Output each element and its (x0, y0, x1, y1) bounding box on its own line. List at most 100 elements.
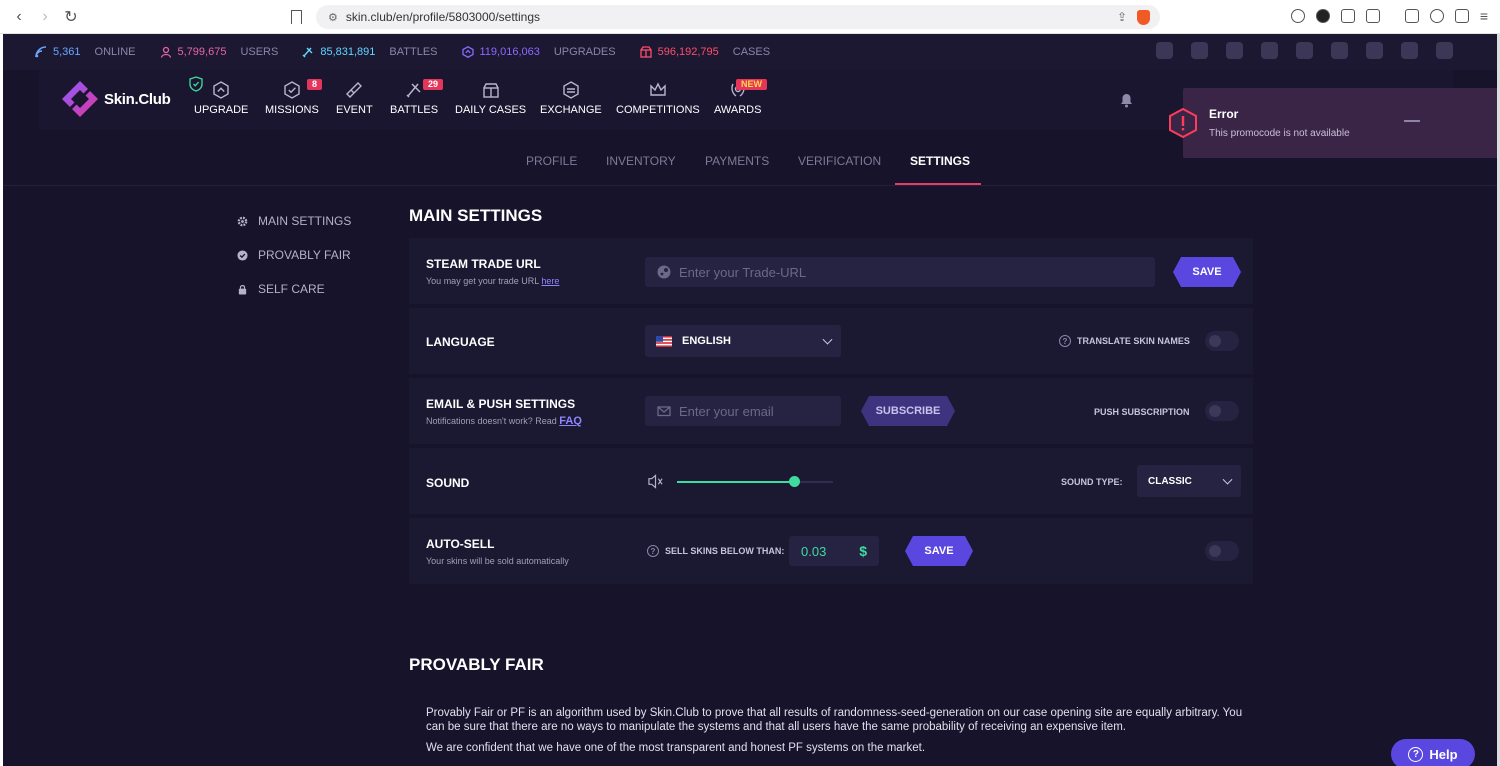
auto-sell-hint: Your skins will be sold automatically (426, 556, 569, 566)
tab-settings[interactable]: SETTINGS (910, 154, 970, 168)
trade-url-input[interactable]: Enter your Trade-URL (645, 257, 1155, 287)
x-icon[interactable] (1366, 42, 1383, 59)
tiktok-icon[interactable] (1296, 42, 1313, 59)
telegram-icon[interactable] (1261, 42, 1278, 59)
tab-profile[interactable]: PROFILE (526, 154, 577, 168)
url-text: skin.club/en/profile/5803000/settings (345, 10, 541, 24)
vpn-icon[interactable] (1454, 9, 1469, 23)
reader-icon[interactable] (1365, 9, 1380, 23)
missions-badge: 8 (307, 79, 323, 90)
back-icon[interactable]: ‹ (8, 6, 30, 28)
reload-icon[interactable]: ↻ (60, 6, 82, 28)
nav-exchange[interactable]: EXCHANGE (540, 80, 602, 116)
side-item-provably-fair[interactable]: PROVABLY FAIR (237, 238, 351, 272)
pf-paragraph: We are confident that we have one of the… (426, 742, 926, 754)
trade-url-link[interactable]: here (541, 276, 559, 286)
trade-url-row: STEAM TRADE URL You may get your trade U… (409, 238, 1253, 304)
sound-type-select[interactable]: CLASSIC (1137, 465, 1241, 497)
nav-event[interactable]: EVENT (336, 80, 373, 116)
side-item-label: SELF CARE (258, 282, 325, 296)
profile-tabs: PROFILE INVENTORY PAYMENTS VERIFICATION … (3, 144, 1497, 186)
youtube-icon[interactable] (1226, 42, 1243, 59)
auto-sell-amount-input[interactable]: 0.03 $ (789, 536, 879, 566)
volume-fill (677, 481, 794, 483)
email-push-label: EMAIL & PUSH SETTINGS (426, 397, 576, 411)
user-icon (160, 46, 171, 58)
help-button[interactable]: ? Help (1391, 739, 1475, 766)
event-icon (346, 82, 363, 98)
nav-competitions[interactable]: COMPETITIONS (616, 80, 700, 116)
nav-label: DAILY CASES (455, 104, 527, 116)
nav-battles[interactable]: BATTLES 29 (390, 79, 444, 116)
gear-icon (237, 216, 248, 226)
speaker-mute-icon[interactable] (647, 474, 664, 489)
browser-toolbar: ‹ › ↻ ⚙ skin.club/en/profile/5803000/set… (0, 0, 1500, 34)
site-logo[interactable]: Skin.Club (61, 76, 203, 118)
stat-value: 5,799,675 (177, 46, 227, 58)
menu-icon[interactable]: ≡ (1480, 9, 1488, 23)
puzzle-icon[interactable] (1340, 9, 1355, 23)
main-settings-title: MAIN SETTINGS (409, 206, 543, 225)
translate-skin-names-label: ? TRANSLATE SKIN NAMES (1059, 335, 1190, 347)
upgrade-icon (213, 81, 229, 99)
forward-icon[interactable]: › (34, 6, 56, 28)
social-links (1156, 42, 1453, 59)
translate-skin-names-toggle[interactable] (1205, 331, 1239, 351)
address-bar[interactable]: ⚙ skin.club/en/profile/5803000/settings … (316, 5, 1160, 29)
trade-url-save-button[interactable]: SAVE (1173, 257, 1241, 287)
side-item-self-care[interactable]: SELF CARE (237, 272, 351, 306)
instagram-icon[interactable] (1401, 42, 1418, 59)
telegram-icon[interactable] (1436, 42, 1453, 59)
nav-upgrade[interactable]: UPGRADE (194, 80, 248, 116)
battles-icon (406, 83, 421, 98)
nav-label: COMPETITIONS (616, 104, 700, 116)
nav-label: EXCHANGE (540, 104, 602, 116)
language-select[interactable]: ENGLISH (645, 325, 841, 357)
battles-badge: 29 (423, 79, 444, 90)
provably-fair-title: PROVABLY FAIR (409, 655, 544, 674)
lock-icon (238, 284, 247, 295)
bookmark-icon[interactable] (291, 10, 302, 24)
missions-icon (284, 81, 300, 99)
auto-sell-amount: 0.03 (801, 543, 827, 559)
help-icon[interactable]: ? (1059, 335, 1071, 347)
email-push-hint: Notifications doesn't work? Read FAQ (426, 415, 582, 427)
wallet-icon[interactable] (1404, 9, 1419, 23)
leo-icon[interactable] (1429, 9, 1444, 23)
nav-awards[interactable]: AWARDS NEW (714, 79, 767, 116)
side-item-main-settings[interactable]: MAIN SETTINGS (237, 204, 351, 238)
site: 5,361 ONLINE 5,799,675 USERS 85,831,891 … (3, 34, 1497, 766)
volume-thumb[interactable] (789, 476, 800, 487)
tab-verification[interactable]: VERIFICATION (798, 154, 881, 168)
subscribe-button[interactable]: SUBSCRIBE (861, 396, 955, 426)
discord-icon[interactable] (1156, 42, 1173, 59)
nav-label: UPGRADE (194, 104, 249, 116)
auto-sell-save-button[interactable]: SAVE (905, 536, 973, 566)
sound-type-value: CLASSIC (1148, 475, 1192, 487)
nav-daily-cases[interactable]: DAILY CASES (455, 80, 526, 116)
tab-inventory[interactable]: INVENTORY (606, 154, 676, 168)
faq-link[interactable]: FAQ (559, 415, 582, 427)
nav-label: MISSIONS (265, 104, 319, 116)
nav-missions[interactable]: MISSIONS 8 (265, 79, 323, 116)
case-icon (639, 46, 652, 58)
stat-label: USERS (240, 46, 279, 58)
email-input[interactable]: Enter your email (645, 396, 841, 426)
extension-icon[interactable] (1315, 9, 1330, 23)
volume-slider[interactable] (677, 476, 833, 487)
auto-sell-toggle[interactable] (1205, 541, 1239, 561)
extension-icon[interactable] (1290, 9, 1305, 23)
provably-fair-description: Provably Fair or PF is an algorithm used… (426, 706, 1246, 755)
site-info-icon[interactable]: ⚙ (328, 11, 338, 24)
tab-payments[interactable]: PAYMENTS (705, 154, 769, 168)
bell-icon[interactable] (1119, 92, 1134, 108)
steam-icon (657, 265, 671, 279)
discord-icon[interactable] (1191, 42, 1208, 59)
push-subscription-toggle[interactable] (1205, 401, 1239, 421)
help-icon[interactable]: ? (647, 545, 659, 557)
shield-icon[interactable] (1137, 9, 1150, 25)
stat-value: 85,831,891 (320, 46, 376, 58)
facebook-icon[interactable] (1331, 42, 1348, 59)
sound-row: SOUND SOUND TYPE: CLASSIC (409, 448, 1253, 514)
share-icon[interactable]: ⇪ (1117, 10, 1127, 24)
